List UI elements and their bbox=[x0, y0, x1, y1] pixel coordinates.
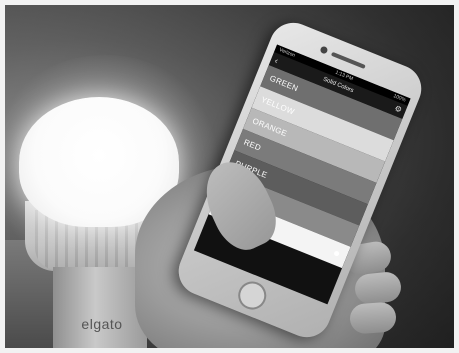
gear-icon[interactable]: ⚙ bbox=[392, 102, 404, 118]
color-option-label: RED bbox=[242, 137, 263, 153]
selected-indicator-icon bbox=[333, 250, 340, 257]
finger bbox=[349, 301, 397, 335]
bulb-brand-logo: elgato bbox=[81, 316, 123, 332]
front-camera bbox=[319, 45, 329, 55]
photo-frame: elgato Verizon 1:13 PM 100% ‹ Solid Colo… bbox=[5, 5, 454, 348]
bulb-neck bbox=[53, 267, 147, 348]
home-button[interactable] bbox=[234, 277, 271, 314]
earpiece bbox=[330, 51, 366, 69]
chevron-left-icon[interactable]: ‹ bbox=[273, 53, 281, 67]
color-option-label: GREEN bbox=[268, 73, 300, 94]
